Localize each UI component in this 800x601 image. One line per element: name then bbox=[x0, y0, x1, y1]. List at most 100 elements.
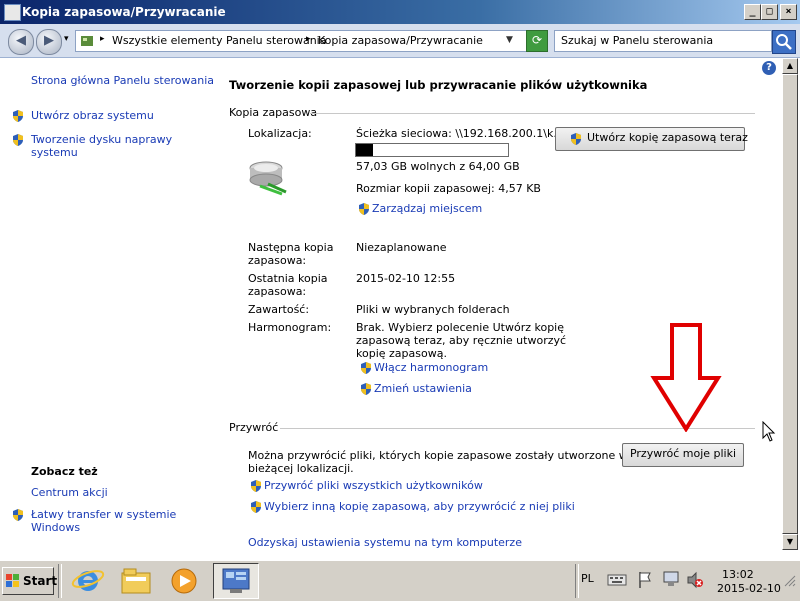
internet-explorer-icon[interactable] bbox=[70, 565, 106, 597]
free-space-text: 57,03 GB wolnych z 64,00 GB bbox=[356, 160, 520, 173]
last-backup-value: 2015-02-10 12:55 bbox=[356, 272, 456, 285]
mouse-cursor-icon bbox=[762, 421, 776, 442]
clock-time[interactable]: 13:02 bbox=[722, 568, 754, 581]
next-backup-value: Niezaplanowane bbox=[356, 241, 447, 254]
schedule-text-line1: Brak. Wybierz polecenie Utwórz kopię bbox=[356, 321, 565, 334]
backup-now-button[interactable]: Utwórz kopię zapasową teraz bbox=[555, 127, 748, 151]
restore-group-title: Przywróć bbox=[229, 421, 279, 434]
network-drive-icon bbox=[249, 161, 287, 196]
start-label: Start bbox=[23, 574, 58, 588]
enable-schedule-link[interactable]: Włącz harmonogram bbox=[374, 361, 488, 374]
input-language-indicator[interactable]: PL bbox=[581, 572, 594, 585]
scroll-down-arrow-icon[interactable]: ▼ bbox=[782, 534, 798, 550]
contents-value: Pliki w wybranych folderach bbox=[356, 303, 510, 316]
search-input[interactable]: Szukaj w Panelu sterowania bbox=[554, 30, 772, 52]
address-bar[interactable]: ▸ Wszystkie elementy Panelu sterowania ▸… bbox=[75, 30, 547, 52]
location-label: Lokalizacja: bbox=[248, 127, 312, 140]
schedule-label: Harmonogram: bbox=[248, 321, 332, 334]
shield-icon bbox=[13, 110, 23, 122]
page-title: Tworzenie kopii zapasowej lub przywracan… bbox=[229, 78, 648, 92]
select-other-backup-link[interactable]: Wybierz inną kopię zapasową, aby przywró… bbox=[264, 500, 575, 513]
contents-label: Zawartość: bbox=[248, 303, 310, 316]
schedule-text-line3: kopię zapasową. bbox=[356, 347, 447, 360]
scroll-up-arrow-icon[interactable]: ▲ bbox=[782, 58, 798, 74]
last-backup-label-line2: zapasowa: bbox=[248, 285, 307, 298]
disk-usage-bar bbox=[355, 143, 509, 157]
start-button[interactable]: Start bbox=[2, 567, 58, 595]
backup-group-divider bbox=[310, 113, 755, 114]
sidebar-create-repair-disc[interactable]: Tworzenie dysku naprawy bbox=[31, 133, 172, 146]
resize-grip-icon bbox=[784, 575, 796, 587]
forward-button[interactable]: ▶ bbox=[36, 29, 62, 55]
network-icon[interactable] bbox=[662, 570, 680, 588]
sidebar-create-repair-disc-line2[interactable]: systemu bbox=[31, 146, 78, 159]
backup-now-label: Utwórz kopię zapasową teraz bbox=[587, 131, 748, 144]
control-panel-icon bbox=[222, 568, 250, 593]
windows-logo-icon bbox=[6, 574, 19, 587]
restore-description-line2: bieżącej lokalizacji. bbox=[248, 462, 354, 475]
window-icon bbox=[4, 4, 21, 21]
volume-muted-icon[interactable] bbox=[686, 571, 704, 589]
search-button[interactable] bbox=[772, 30, 796, 54]
minimize-button[interactable]: _ bbox=[744, 4, 761, 20]
annotation-arrow-icon bbox=[650, 323, 722, 432]
shield-icon bbox=[13, 134, 23, 146]
shield-icon bbox=[13, 509, 23, 521]
see-also-easy-transfer-line2[interactable]: Windows bbox=[31, 521, 80, 534]
taskbar-divider bbox=[58, 564, 62, 598]
recent-pages-chevron-icon[interactable]: ▾ bbox=[64, 34, 69, 44]
disk-usage-fill bbox=[356, 144, 373, 156]
next-backup-label: Następna kopia bbox=[248, 241, 334, 254]
taskbar: Start PL 13:02 2015-02-10 bbox=[0, 560, 800, 601]
address-toolbar: ◀ ▶ ▾ ▸ Wszystkie elementy Panelu sterow… bbox=[0, 24, 800, 58]
restore-my-files-label: Przywróć moje pliki bbox=[629, 447, 737, 460]
backup-size-text: Rozmiar kopii zapasowej: 4,57 KB bbox=[356, 182, 541, 195]
next-backup-label-line2: zapasowa: bbox=[248, 254, 307, 267]
scroll-thumb[interactable] bbox=[782, 74, 798, 534]
help-icon[interactable]: ? bbox=[762, 61, 776, 75]
see-also-title: Zobacz też bbox=[31, 465, 98, 478]
taskbar-control-panel-button[interactable] bbox=[213, 563, 259, 599]
search-placeholder: Szukaj w Panelu sterowania bbox=[561, 34, 714, 47]
backup-group-title: Kopia zapasowa bbox=[229, 106, 318, 119]
restore-my-files-button[interactable]: Przywróć moje pliki bbox=[622, 443, 744, 467]
see-also-easy-transfer[interactable]: Łatwy transfer w systemie bbox=[31, 508, 176, 521]
file-explorer-icon[interactable] bbox=[118, 565, 154, 597]
shield-icon bbox=[251, 501, 261, 513]
manage-space-link[interactable]: Zarządzaj miejscem bbox=[372, 202, 482, 215]
back-button[interactable]: ◀ bbox=[8, 29, 34, 55]
keyboard-icon[interactable] bbox=[607, 570, 627, 588]
maximize-button[interactable]: □ bbox=[761, 4, 778, 20]
change-settings-link[interactable]: Zmień ustawienia bbox=[374, 382, 472, 395]
breadcrumb-backup-restore[interactable]: Kopia zapasowa/Przywracanie bbox=[318, 34, 483, 47]
search-icon bbox=[776, 34, 792, 50]
schedule-text-line2: zapasową teraz, aby ręcznie utworzyć bbox=[356, 334, 567, 347]
sidebar-create-system-image[interactable]: Utwórz obraz systemu bbox=[31, 109, 154, 122]
crumb-separator-icon: ▸ bbox=[306, 34, 311, 44]
shield-icon bbox=[361, 362, 371, 374]
close-button[interactable]: × bbox=[780, 4, 797, 20]
shield-icon bbox=[361, 383, 371, 395]
last-backup-label: Ostatnia kopia bbox=[248, 272, 328, 285]
crumb-separator-icon: ▸ bbox=[100, 34, 105, 44]
window-title: Kopia zapasowa/Przywracanie bbox=[22, 5, 226, 19]
shield-icon bbox=[251, 480, 261, 492]
clock-date[interactable]: 2015-02-10 bbox=[717, 582, 781, 595]
action-center-flag-icon[interactable] bbox=[637, 571, 653, 589]
tray-divider bbox=[575, 564, 579, 598]
title-bar[interactable]: Kopia zapasowa/Przywracanie _ □ × bbox=[0, 0, 800, 24]
control-panel-icon bbox=[81, 36, 93, 46]
location-value: Ścieżka sieciowa: \\192.168.200.1\k... bbox=[356, 127, 564, 140]
shield-icon bbox=[571, 133, 581, 145]
breadcrumb-all-control-panel[interactable]: Wszystkie elementy Panelu sterowania bbox=[112, 34, 326, 47]
refresh-button[interactable]: ⟳ bbox=[526, 30, 548, 52]
address-dropdown-icon[interactable]: ▼ bbox=[506, 35, 513, 45]
vertical-scrollbar[interactable]: ▲ ▼ bbox=[782, 58, 798, 550]
see-also-action-center[interactable]: Centrum akcji bbox=[31, 486, 108, 499]
restore-all-users-link[interactable]: Przywróć pliki wszystkich użytkowników bbox=[264, 479, 483, 492]
shield-icon bbox=[359, 203, 369, 215]
recover-system-settings-link[interactable]: Odzyskaj ustawienia systemu na tym kompu… bbox=[248, 536, 522, 549]
sidebar-control-panel-home[interactable]: Strona główna Panelu sterowania bbox=[31, 74, 214, 87]
restore-description-line1: Można przywrócić pliki, których kopie za… bbox=[248, 449, 628, 462]
media-player-icon[interactable] bbox=[166, 565, 202, 597]
